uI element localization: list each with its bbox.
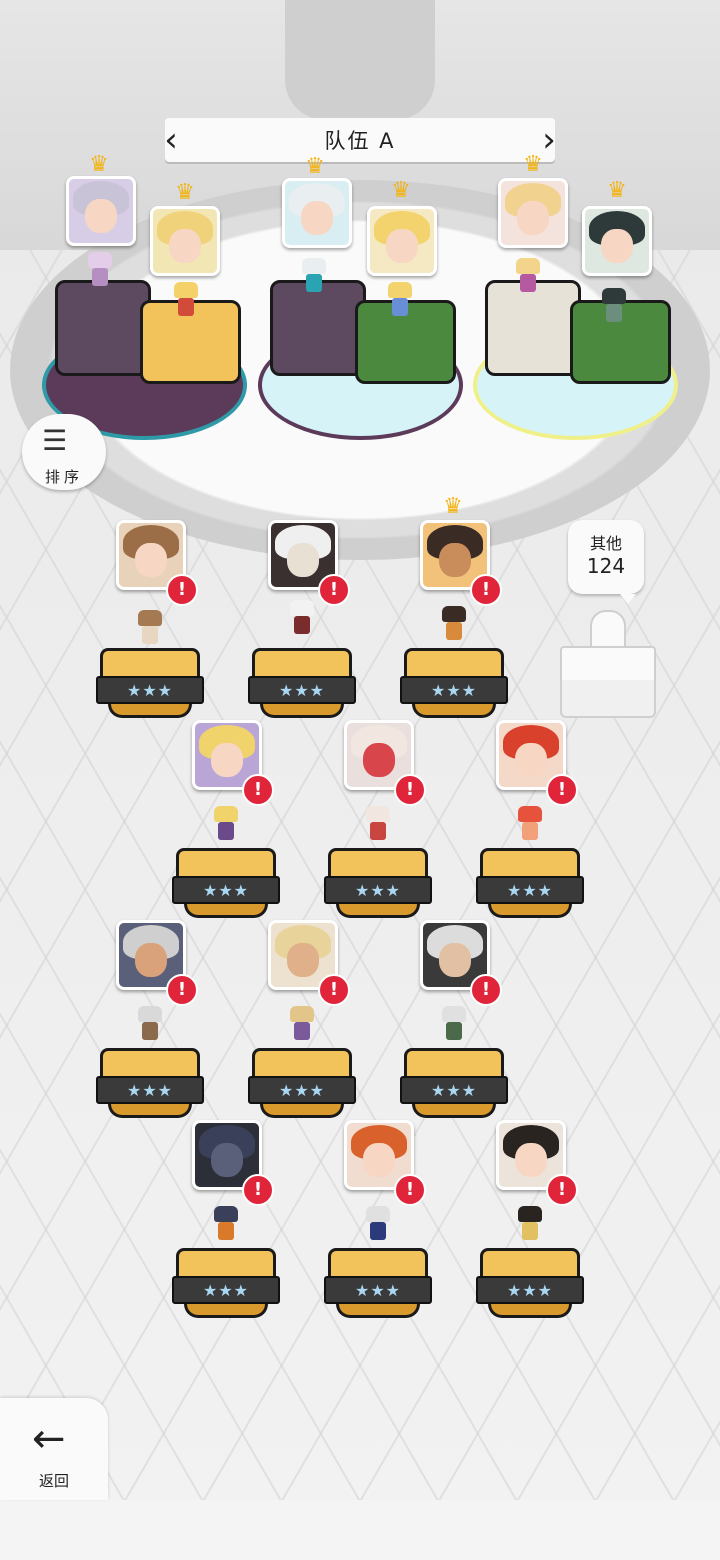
hero-sprite <box>516 806 544 842</box>
alert-badge: ! <box>394 1174 426 1206</box>
alert-badge: ! <box>166 574 198 606</box>
pillar-dark <box>270 280 366 376</box>
hero-sprite <box>212 806 240 842</box>
sort-list-icon: ☰ <box>42 424 68 457</box>
hero-portrait[interactable] <box>282 178 352 248</box>
hero-sprite <box>288 600 316 636</box>
hero-sprite[interactable] <box>600 288 628 324</box>
alert-badge: ! <box>166 974 198 1006</box>
alert-badge: ! <box>242 1174 274 1206</box>
hero-portrait[interactable] <box>66 176 136 246</box>
arrow-left-icon: ← <box>32 1416 66 1462</box>
hero-sprite <box>516 1206 544 1242</box>
crown-icon: ♛ <box>305 154 325 179</box>
star-rating: ★★★ <box>476 1276 584 1304</box>
hero-sprite[interactable] <box>386 282 414 318</box>
hero-sprite[interactable] <box>514 258 542 294</box>
sort-button[interactable]: ☰ 排序 <box>22 414 106 490</box>
star-rating: ★★★ <box>172 1276 280 1304</box>
crown-icon: ♛ <box>391 178 411 203</box>
others-label: 其他 <box>589 534 622 553</box>
hero-sprite <box>136 610 164 646</box>
hero-sprite[interactable] <box>300 258 328 294</box>
crown-icon: ♛ <box>523 152 543 177</box>
hero-sprite <box>364 1206 392 1242</box>
alert-badge: ! <box>242 774 274 806</box>
alert-badge: ! <box>470 974 502 1006</box>
hero-sprite <box>212 1206 240 1242</box>
hero-portrait[interactable] <box>150 206 220 276</box>
hero-sprite[interactable] <box>172 282 200 318</box>
team-selector: ‹ 队伍 A › <box>164 118 556 162</box>
star-rating: ★★★ <box>400 1076 508 1104</box>
crown-icon: ♛ <box>89 152 109 177</box>
alert-badge: ! <box>546 774 578 806</box>
hero-portrait[interactable] <box>582 206 652 276</box>
hero-sprite <box>440 606 468 642</box>
star-rating: ★★★ <box>400 676 508 704</box>
crown-icon: ♛ <box>175 180 195 205</box>
chevron-left-icon[interactable]: ‹ <box>159 122 183 158</box>
alert-badge: ! <box>318 574 350 606</box>
crown-icon: ♛ <box>607 178 627 203</box>
empty-slot[interactable] <box>556 610 656 720</box>
pillar-dark <box>55 280 151 376</box>
star-rating: ★★★ <box>248 676 356 704</box>
alert-badge: ! <box>394 774 426 806</box>
star-rating: ★★★ <box>172 876 280 904</box>
bottom-bar <box>108 1500 720 1560</box>
hero-sprite[interactable] <box>86 252 114 288</box>
arena-emblem <box>285 0 435 120</box>
star-rating: ★★★ <box>324 876 432 904</box>
hero-sprite <box>364 806 392 842</box>
pillar-white <box>485 280 581 376</box>
star-rating: ★★★ <box>324 1276 432 1304</box>
alert-badge: ! <box>318 974 350 1006</box>
hero-portrait[interactable] <box>498 178 568 248</box>
back-label: 返回 <box>38 1472 69 1490</box>
back-button[interactable]: ← 返回 <box>0 1398 108 1500</box>
star-rating: ★★★ <box>96 676 204 704</box>
alert-badge: ! <box>546 1174 578 1206</box>
star-rating: ★★★ <box>476 876 584 904</box>
hero-sprite <box>288 1006 316 1042</box>
hero-sprite <box>136 1006 164 1042</box>
others-button[interactable]: 其他 124 <box>568 520 644 604</box>
star-rating: ★★★ <box>96 1076 204 1104</box>
crown-icon: ♛ <box>443 494 463 519</box>
alert-badge: ! <box>470 574 502 606</box>
others-count: 124 <box>586 554 626 578</box>
team-title: 队伍 A <box>324 129 396 153</box>
sort-label: 排序 <box>44 468 83 486</box>
hero-sprite <box>440 1006 468 1042</box>
bottom-bar <box>0 1500 108 1560</box>
star-rating: ★★★ <box>248 1076 356 1104</box>
hero-portrait[interactable] <box>367 206 437 276</box>
